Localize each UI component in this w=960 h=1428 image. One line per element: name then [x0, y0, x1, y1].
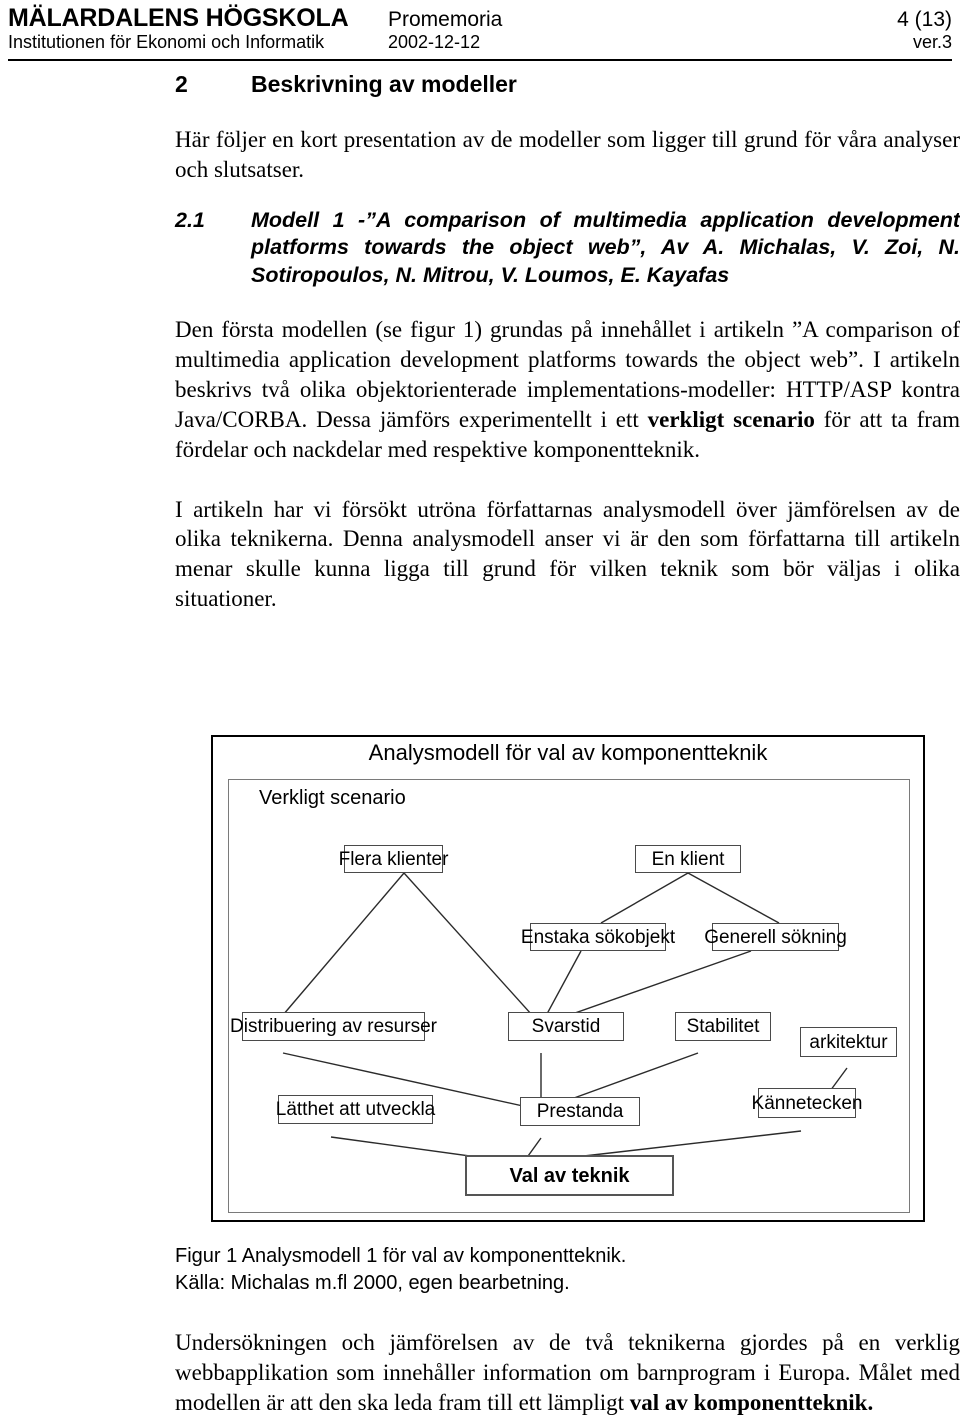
node-prestanda[interactable]: Prestanda: [520, 1097, 640, 1126]
node-stabilitet[interactable]: Stabilitet: [675, 1012, 771, 1041]
paragraph-3: Undersökningen och jämförelsen av de två…: [175, 1328, 960, 1418]
node-flera-klienter[interactable]: Flera klienter: [339, 845, 448, 873]
node-svarstid[interactable]: Svarstid: [508, 1012, 624, 1041]
paragraph-3-emphasis: val av komponentteknik.: [629, 1389, 874, 1415]
node-enstaka-sokobjekt[interactable]: Enstaka sökobjekt: [521, 923, 675, 951]
document-body: 2 Beskrivning av modeller Här följer en …: [175, 70, 960, 614]
page-number: 4 (13): [897, 8, 952, 31]
figure-analysmodell: Analysmodell för val av komponentteknik …: [211, 735, 927, 1225]
document-type: Promemoria: [388, 8, 503, 31]
node-en-klient[interactable]: En klient: [635, 845, 741, 873]
figure-connector-lines: [282, 872, 848, 1164]
paragraph-1: Den första modellen (se figur 1) grundas…: [175, 315, 960, 464]
subsection-title: Modell 1 -”A comparison of multimedia ap…: [251, 207, 960, 287]
header-divider: [8, 59, 952, 61]
header-row-bottom: Institutionen för Ekonomi och Informatik…: [8, 32, 952, 53]
section-intro-paragraph: Här följer en kort presentation av de mo…: [175, 126, 960, 182]
figure-caption-line-2: Källa: Michalas m.fl 2000, egen bearbetn…: [175, 1271, 570, 1294]
paragraph-1-emphasis: verkligt scenario: [647, 406, 815, 432]
header-row-top: MÄLARDALENS HÖGSKOLA Promemoria 4 (13): [8, 4, 952, 33]
section-number: 2: [175, 71, 188, 97]
section-heading: 2 Beskrivning av modeller: [175, 70, 960, 99]
department-name: Institutionen för Ekonomi och Informatik: [8, 32, 325, 52]
figure-caption: Figur 1 Analysmodell 1 för val av kompon…: [175, 1243, 875, 1296]
subsection-heading: 2.1 Modell 1 -”A comparison of multimedi…: [175, 207, 960, 290]
section-title: Beskrivning av modeller: [251, 71, 517, 97]
page-header: MÄLARDALENS HÖGSKOLA Promemoria 4 (13) I…: [0, 0, 960, 62]
document-date: 2002-12-12: [388, 32, 481, 52]
figure-caption-line-1: Figur 1 Analysmodell 1 för val av kompon…: [175, 1245, 627, 1267]
node-kannetecken[interactable]: Kännetecken: [752, 1088, 862, 1118]
paragraph-2: I artikeln har vi försökt utröna författ…: [175, 496, 960, 612]
document-version: ver.3: [912, 32, 952, 52]
node-distribuering-av-resurser[interactable]: Distribuering av resurser: [230, 1012, 437, 1041]
node-val-av-teknik[interactable]: Val av teknik: [465, 1155, 674, 1196]
node-generell-sokning[interactable]: Generell sökning: [704, 923, 847, 951]
node-latthet-att-utveckla[interactable]: Lätthet att utveckla: [276, 1095, 435, 1124]
subsection-number: 2.1: [175, 207, 205, 232]
institution-name: MÄLARDALENS HÖGSKOLA: [8, 4, 349, 32]
node-arkitektur[interactable]: arkitektur: [800, 1027, 897, 1057]
closing-block: Undersökningen och jämförelsen av de två…: [175, 1328, 960, 1418]
